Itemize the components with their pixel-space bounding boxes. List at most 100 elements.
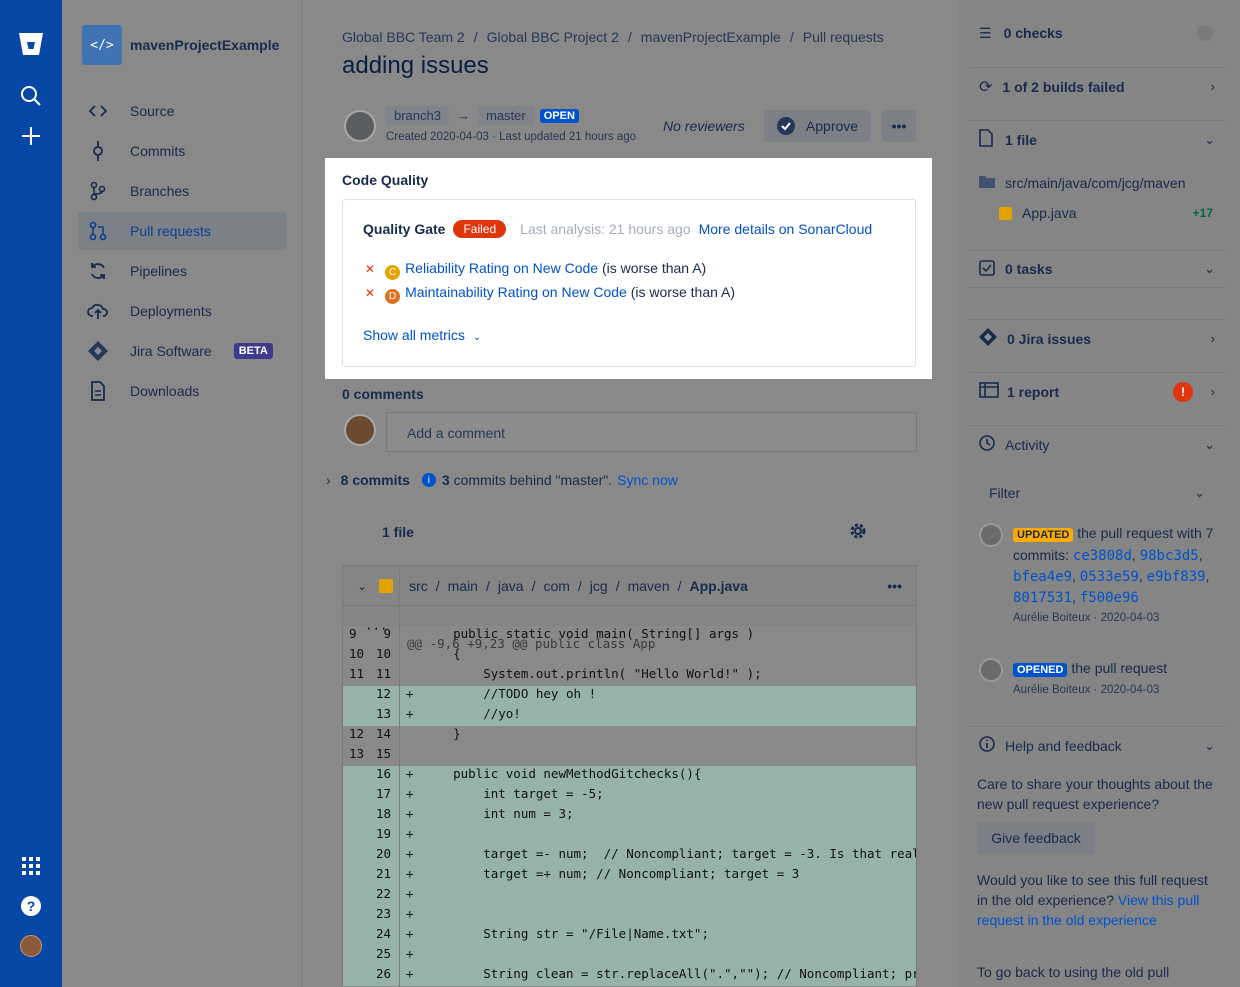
- folder-icon: [979, 175, 995, 191]
- new-line-number[interactable]: 21: [373, 866, 391, 881]
- new-line-number[interactable]: 14: [373, 726, 391, 741]
- new-line-number[interactable]: 10: [373, 646, 391, 661]
- code-text: {: [423, 646, 461, 661]
- checks-row[interactable]: ☰ 0 checks: [969, 14, 1225, 52]
- new-line-number[interactable]: 23: [373, 906, 391, 921]
- comment-input[interactable]: Add a comment: [386, 412, 917, 452]
- sidebar-item-pipelines[interactable]: Pipelines: [78, 252, 286, 290]
- collapse-chevron-icon[interactable]: ⌄: [357, 579, 367, 593]
- file-item[interactable]: App.java +17: [969, 202, 1225, 224]
- help-row[interactable]: Help and feedback ⌄: [969, 726, 1225, 764]
- new-line-number[interactable]: 22: [373, 886, 391, 901]
- commit-hash[interactable]: 8017531: [1013, 590, 1072, 606]
- author-avatar[interactable]: [344, 110, 376, 142]
- breadcrumb-team[interactable]: Global BBC Team 2: [342, 29, 465, 45]
- user-avatar[interactable]: [13, 928, 49, 964]
- sync-now-link[interactable]: Sync now: [617, 472, 678, 488]
- commits-row[interactable]: › 8 commits i 3 commits behind "master".…: [326, 472, 678, 488]
- chevron-down-icon: ⌄: [1204, 131, 1215, 147]
- new-line-number[interactable]: 25: [373, 946, 391, 961]
- file-path: src / main / java / com / jcg / maven / App.java: [409, 577, 748, 594]
- more-actions-button[interactable]: •••: [882, 110, 916, 142]
- files-row[interactable]: 1 file ⌄: [969, 120, 1225, 158]
- commit-hash[interactable]: 0533e59: [1080, 569, 1139, 585]
- file-diff: ⌄ src / main / java / com / jcg / maven / App.java •…: [342, 565, 917, 987]
- search-icon[interactable]: [13, 78, 49, 114]
- sidebar-item-pull-requests[interactable]: Pull requests: [78, 212, 286, 250]
- old-line-number: 10: [349, 646, 365, 661]
- code-text: target =+ num; // Noncompliant; target =…: [423, 866, 800, 881]
- new-line-number[interactable]: 16: [373, 766, 391, 781]
- sonarcloud-link[interactable]: More details on SonarCloud: [699, 221, 873, 237]
- repo-avatar-icon: </>: [82, 25, 122, 65]
- new-line-number[interactable]: 18: [373, 806, 391, 821]
- commit-hash[interactable]: bfea4e9: [1013, 569, 1072, 585]
- sidebar-item-source[interactable]: Source: [78, 92, 286, 130]
- approve-button[interactable]: Approve: [764, 110, 870, 142]
- apps-icon[interactable]: [13, 848, 49, 884]
- breadcrumb-pull-requests[interactable]: Pull requests: [803, 29, 884, 45]
- chevron-down-icon: ⌄: [1194, 485, 1205, 500]
- commit-hash[interactable]: 98bc3d5: [1140, 548, 1199, 564]
- cloud-upload-icon: [80, 302, 116, 320]
- issue-suffix: (is worse than A): [630, 284, 736, 300]
- source-branch[interactable]: branch3: [386, 106, 449, 125]
- help-label: Help and feedback: [1005, 737, 1122, 754]
- file-diff-count: +17: [1192, 206, 1213, 220]
- reliability-rating-link[interactable]: Reliability Rating on New Code: [405, 260, 598, 276]
- gear-icon[interactable]: [848, 521, 868, 544]
- sidebar-item-label: Deployments: [130, 303, 212, 319]
- global-nav: ?: [0, 0, 62, 987]
- report-row[interactable]: 1 report ! ›: [969, 372, 1225, 410]
- new-line-number[interactable]: 13: [373, 706, 391, 721]
- commit-hash[interactable]: f500e96: [1080, 590, 1139, 606]
- bitbucket-logo-icon[interactable]: [13, 26, 49, 62]
- commit-icon: [80, 141, 116, 161]
- repo-header[interactable]: </> mavenProjectExample: [82, 25, 279, 65]
- path-segment: jcg: [589, 577, 608, 594]
- new-line-number[interactable]: 11: [373, 666, 391, 681]
- builds-row[interactable]: ⟳ 1 of 2 builds failed ›: [969, 67, 1225, 105]
- go-back-text: To go back to using the old pull: [977, 964, 1170, 980]
- create-icon[interactable]: [13, 118, 49, 154]
- rating-badge: D: [385, 289, 401, 304]
- old-line-number: 12: [349, 726, 365, 741]
- give-feedback-button[interactable]: Give feedback: [977, 822, 1095, 854]
- activity-label: Activity: [1005, 436, 1050, 453]
- new-line-number[interactable]: 19: [373, 826, 391, 841]
- breadcrumb-project[interactable]: Global BBC Project 2: [487, 29, 619, 45]
- activity-event: OPENED the pull request Aurélie Boiteux …: [979, 658, 1219, 700]
- new-line-number[interactable]: 12: [373, 686, 391, 701]
- sidebar-item-deployments[interactable]: Deployments: [78, 292, 286, 330]
- diff-line: 12 14 }: [343, 726, 916, 746]
- new-line-number[interactable]: 24: [373, 926, 391, 941]
- maintainability-rating-link[interactable]: Maintainability Rating on New Code: [405, 284, 627, 300]
- sidebar-item-downloads[interactable]: Downloads: [78, 372, 286, 410]
- diff-line: 21 + target =+ num; // Noncompliant; targ…: [343, 866, 916, 886]
- activity-row[interactable]: Activity ⌄: [969, 425, 1225, 463]
- commit-hash[interactable]: ce3808d: [1073, 548, 1132, 564]
- file-more-button[interactable]: •••: [887, 578, 902, 594]
- tasks-row[interactable]: 0 tasks ⌄: [969, 250, 1225, 288]
- commit-hash[interactable]: e9bf839: [1147, 569, 1206, 585]
- sidebar-item-jira-software[interactable]: Jira Software BETA: [78, 332, 286, 370]
- breadcrumb-repo[interactable]: mavenProjectExample: [641, 29, 781, 45]
- code-quality-heading: Code Quality: [342, 172, 429, 188]
- target-branch[interactable]: master: [477, 106, 534, 125]
- checkbox-icon: [979, 259, 995, 279]
- sidebar-item-branches[interactable]: Branches: [78, 172, 286, 210]
- help-icon[interactable]: ?: [13, 888, 49, 924]
- jira-row[interactable]: 0 Jira issues ›: [969, 319, 1225, 357]
- filter-dropdown[interactable]: Filter ⌄: [969, 474, 1225, 512]
- sidebar-item-commits[interactable]: Commits: [78, 132, 286, 170]
- new-line-number[interactable]: 17: [373, 786, 391, 801]
- chevron-right-icon: ›: [1210, 79, 1215, 94]
- path-segment: src: [409, 577, 428, 594]
- show-all-metrics-button[interactable]: Show all metrics ⌄: [363, 327, 481, 343]
- new-line-number[interactable]: 15: [373, 746, 391, 761]
- folder-row: src/main/java/com/jcg/maven: [969, 172, 1225, 194]
- new-line-number[interactable]: 20: [373, 846, 391, 861]
- new-line-number[interactable]: 9: [373, 626, 391, 641]
- pipelines-icon: [80, 262, 116, 280]
- new-line-number[interactable]: 26: [373, 966, 391, 981]
